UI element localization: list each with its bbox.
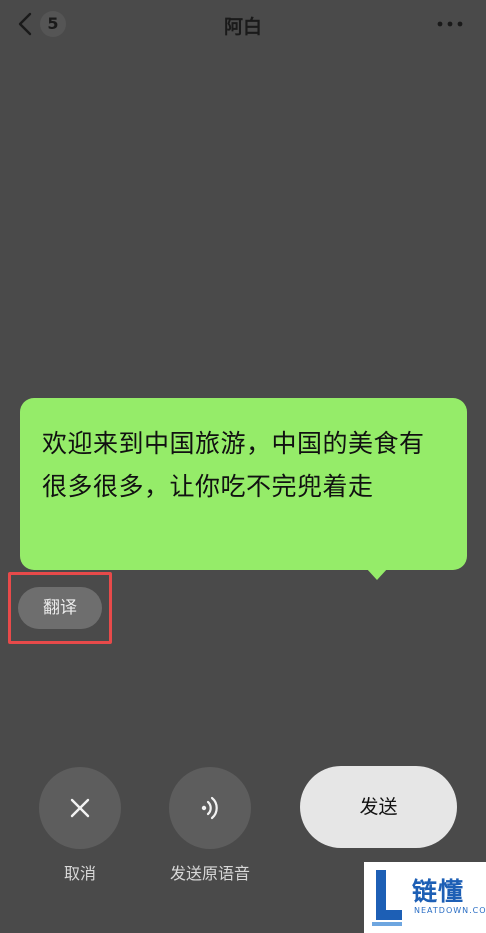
watermark: 链懂 NEATDOWN.COM [364, 862, 486, 933]
watermark-domain: NEATDOWN.COM [414, 906, 486, 915]
bubble-tail [366, 568, 388, 580]
send-original-voice-label: 发送原语音 [169, 864, 250, 883]
chat-title: 阿白 [223, 16, 262, 38]
cancel-button[interactable] [39, 767, 121, 849]
close-icon [70, 798, 90, 818]
send-original-voice-button[interactable] [169, 767, 251, 849]
translate-button[interactable]: 翻译 [18, 587, 102, 629]
more-dots-icon[interactable] [436, 16, 464, 32]
transcribed-message-text: 欢迎来到中国旅游，中国的美食有很多很多，让你吃不完兜着走 [42, 429, 425, 501]
cancel-label: 取消 [63, 864, 96, 883]
send-button[interactable]: 发送 [300, 766, 457, 848]
chat-header: 5 阿白 [0, 0, 486, 48]
speech-to-text-bubble: 欢迎来到中国旅游，中国的美食有很多很多，让你吃不完兜着走 [20, 398, 467, 570]
brand-logo-icon [372, 870, 402, 926]
watermark-name: 链懂 [412, 877, 465, 906]
sound-wave-icon [201, 796, 218, 820]
